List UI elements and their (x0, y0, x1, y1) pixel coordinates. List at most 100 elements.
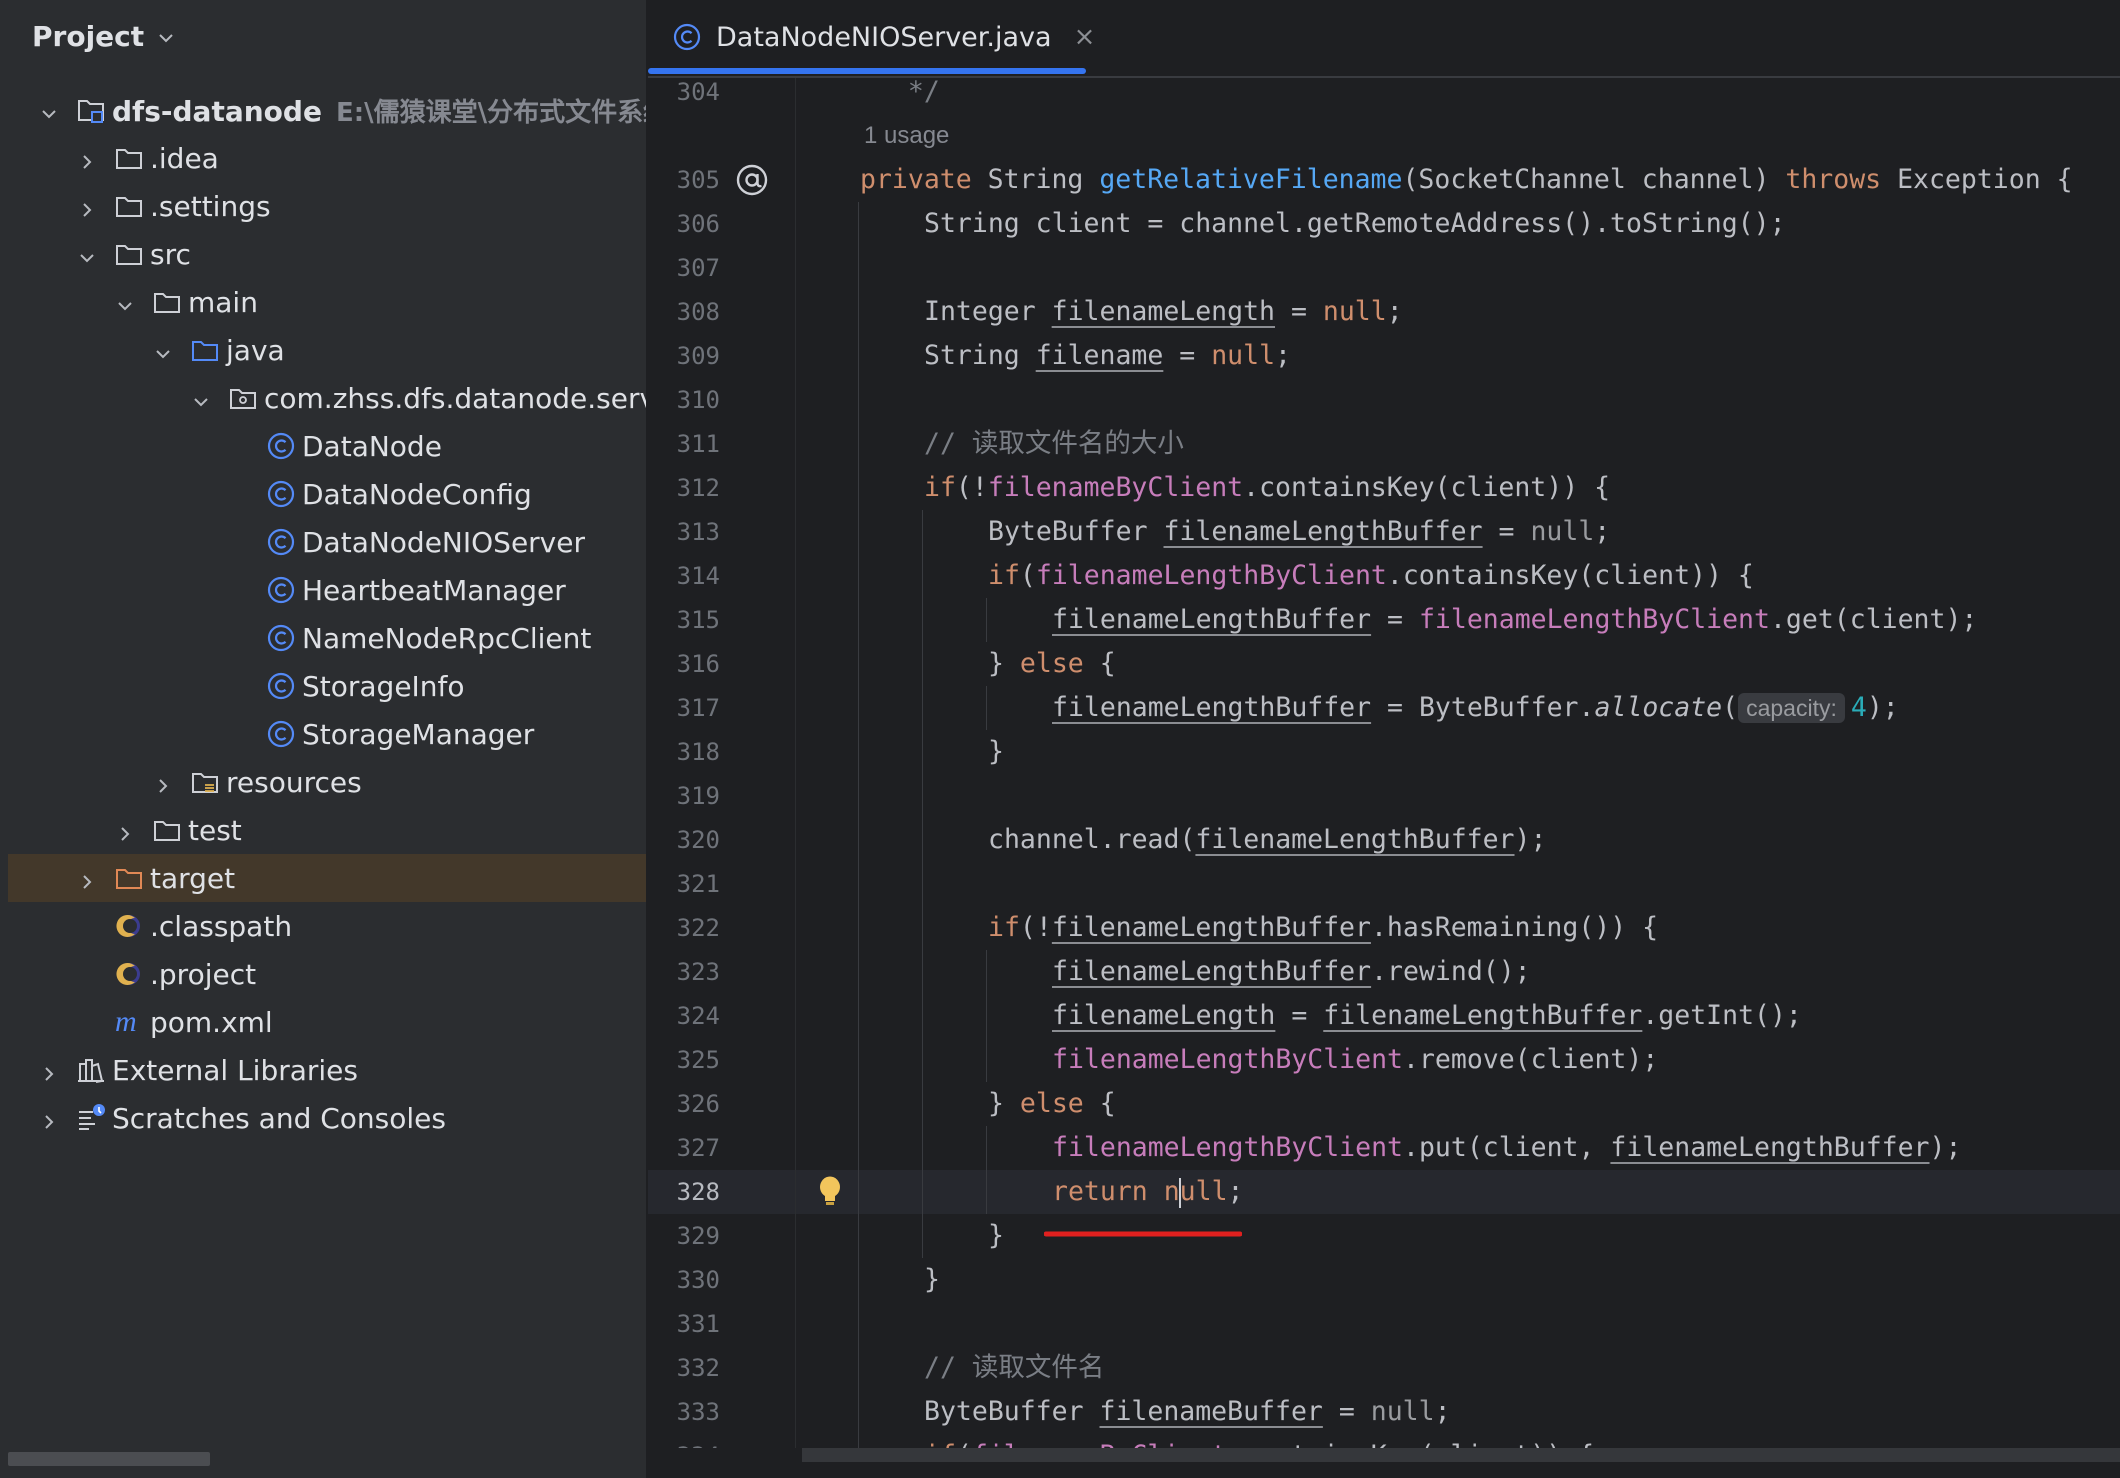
code-line[interactable]: 320 channel.read(filenameLengthBuffer); (648, 818, 2120, 862)
line-number: 320 (676, 826, 720, 854)
code-line[interactable]: 315 filenameLengthBuffer = filenameLength… (648, 598, 2120, 642)
chevron-down-icon[interactable] (38, 99, 60, 121)
chevron-right-icon[interactable] (114, 819, 136, 841)
code-token: ( (1019, 560, 1036, 591)
usage-hint[interactable]: 1 usage (864, 114, 949, 158)
chevron-right-icon[interactable] (152, 771, 174, 793)
indent-guide (986, 994, 987, 1038)
code-line[interactable]: 312 if(!filenameByClient.containsKey(clie… (648, 466, 2120, 510)
code-line[interactable]: 311 // 读取文件名的大小 (648, 422, 2120, 466)
line-number: 334 (648, 1434, 720, 1448)
code-line[interactable]: 308 Integer filenameLength = null; (648, 290, 2120, 334)
tree-item-storagemanager[interactable]: StorageManager (0, 710, 646, 758)
chevron-down-icon[interactable] (190, 387, 212, 409)
tree-item-namenoderpcclient[interactable]: NameNodeRpcClient (0, 614, 646, 662)
code-text: filenameLengthBuffer.rewind(); (1052, 950, 1531, 994)
tree-item-main[interactable]: main (0, 278, 646, 326)
tree-item-datanode[interactable]: DataNode (0, 422, 646, 470)
chevron-down-icon[interactable] (152, 339, 174, 361)
tree-item-datanodenioserver[interactable]: DataNodeNIOServer (0, 518, 646, 566)
project-tree: dfs-datanode E:\儒猿课堂\分布式文件系统\ .idea .settin… (0, 86, 646, 1142)
tree-item-datanodeconfig[interactable]: DataNodeConfig (0, 470, 646, 518)
code-line[interactable]: 322 if(!filenameLengthBuffer.hasRemaining… (648, 906, 2120, 950)
code-token: filenameLengthBuffer (1323, 1000, 1643, 1031)
code-line[interactable]: 325 filenameLengthByClient.remove(client)… (648, 1038, 2120, 1082)
chevron-right-icon[interactable] (76, 867, 98, 889)
close-icon[interactable]: × (1074, 22, 1096, 52)
tree-item-external-libraries[interactable]: External Libraries (0, 1046, 646, 1094)
tree-item-dfs-datanode[interactable]: dfs-datanode E:\儒猿课堂\分布式文件系统\ (0, 86, 646, 134)
code-line[interactable]: 316} else { (648, 642, 2120, 686)
code-line[interactable]: 319 (648, 774, 2120, 818)
line-number: 319 (676, 782, 720, 810)
code-line[interactable]: 328 return null; (648, 1170, 2120, 1237)
tree-item-label: pom.xml (150, 1005, 273, 1039)
code-line[interactable]: 330} (648, 1258, 2120, 1302)
code-line[interactable]: 329} (648, 1214, 2120, 1258)
tree-item-target[interactable]: target (8, 854, 646, 902)
project-tool-window: Project dfs-datanode E:\儒猿课堂\分布式文件系统\ .ide… (0, 0, 646, 1478)
bulb-icon[interactable] (814, 1174, 846, 1210)
code-token: } (988, 1088, 1020, 1119)
chevron-right-icon[interactable] (38, 1107, 60, 1129)
tree-item-com-zhss-dfs-datanode-server[interactable]: com.zhss.dfs.datanode.server (0, 374, 646, 422)
code-line[interactable]: 317 filenameLengthBuffer = ByteBuffer.all… (648, 686, 2120, 730)
tree-item-idea[interactable]: .idea (0, 134, 646, 182)
line-number: 307 (676, 254, 720, 282)
tab-datanode-nio-server[interactable]: DataNodeNIOServer.java × (672, 12, 1095, 62)
code-area[interactable]: 304 */1 usage 305 private String getRelati… (648, 78, 2120, 1448)
chevron-right-icon[interactable] (76, 147, 98, 169)
code-token: { (1083, 1088, 1116, 1119)
chevron-right-icon[interactable] (76, 195, 98, 217)
code-token: getRelativeFilename (1099, 164, 1403, 195)
indent-guide (858, 246, 859, 290)
at-icon[interactable] (734, 162, 770, 198)
tree-item-test[interactable]: test (0, 806, 646, 854)
folder-icon (114, 191, 144, 221)
indent-guide (858, 1390, 859, 1434)
code-line[interactable]: 327 filenameLengthByClient.put(client, fi… (648, 1126, 2120, 1170)
tree-item-settings[interactable]: .settings (0, 182, 646, 230)
chevron-right-icon[interactable] (38, 1059, 60, 1081)
code-line[interactable]: 323 filenameLengthBuffer.rewind(); (648, 950, 2120, 994)
code-line[interactable]: 326} else { (648, 1082, 2120, 1126)
chevron-down-icon[interactable] (76, 243, 98, 265)
code-line[interactable]: 314 if(filenameLengthByClient.containsKey… (648, 554, 2120, 598)
tree-item-label: External Libraries (112, 1053, 358, 1087)
code-line[interactable]: 318} (648, 730, 2120, 774)
chevron-down-icon[interactable] (114, 291, 136, 313)
code-token: filenameLengthBuffer (1052, 692, 1372, 723)
code-line[interactable]: 334 if(filenameByClient.containsKey(clien… (648, 1434, 2120, 1448)
line-number: 312 (676, 474, 720, 502)
chevron-down-icon (159, 34, 173, 43)
code-line[interactable]: 332 // 读取文件名 (648, 1346, 2120, 1390)
code-line[interactable]: 309 String filename = null; (648, 334, 2120, 378)
code-line[interactable]: 310 (648, 378, 2120, 422)
code-line[interactable]: 304 */ (648, 78, 2120, 114)
tree-item-scratches-and-consoles[interactable]: Scratches and Consoles (0, 1094, 646, 1142)
tree-item-classpath[interactable]: .classpath (0, 902, 646, 950)
code-line[interactable]: 313 ByteBuffer filenameLengthBuffer = nul… (648, 510, 2120, 554)
code-token: private (860, 164, 988, 195)
code-line[interactable]: 321 (648, 862, 2120, 906)
code-line[interactable]: 331 (648, 1302, 2120, 1346)
tree-item-java[interactable]: java (0, 326, 646, 374)
code-line[interactable]: 333 ByteBuffer filenameBuffer = null; (648, 1390, 2120, 1434)
tree-item-src[interactable]: src (0, 230, 646, 278)
indent-guide (858, 818, 859, 862)
project-view-selector[interactable]: Project (32, 14, 176, 58)
editor-horizontal-scrollbar[interactable] (802, 1448, 2120, 1462)
tree-item-resources[interactable]: resources (0, 758, 646, 806)
tree-item-storageinfo[interactable]: StorageInfo (0, 662, 646, 710)
tree-item-heartbeatmanager[interactable]: HeartbeatManager (0, 566, 646, 614)
code-line[interactable]: 305 private String getRelativeFilename(So… (648, 158, 2120, 202)
code-line[interactable]: 306 String client = channel.getRemoteAddr… (648, 202, 2120, 246)
code-text: if(filenameByClient.containsKey(client))… (924, 1434, 1594, 1448)
indent-guide (922, 686, 923, 730)
horizontal-scrollbar[interactable] (8, 1452, 210, 1466)
code-line[interactable]: 324 filenameLength = filenameLengthBuffer… (648, 994, 2120, 1038)
indent-guide (858, 598, 859, 642)
tree-item-pom-xml[interactable]: m pom.xml (0, 998, 646, 1046)
tree-item-project[interactable]: .project (0, 950, 646, 998)
code-line[interactable]: 307 (648, 246, 2120, 290)
